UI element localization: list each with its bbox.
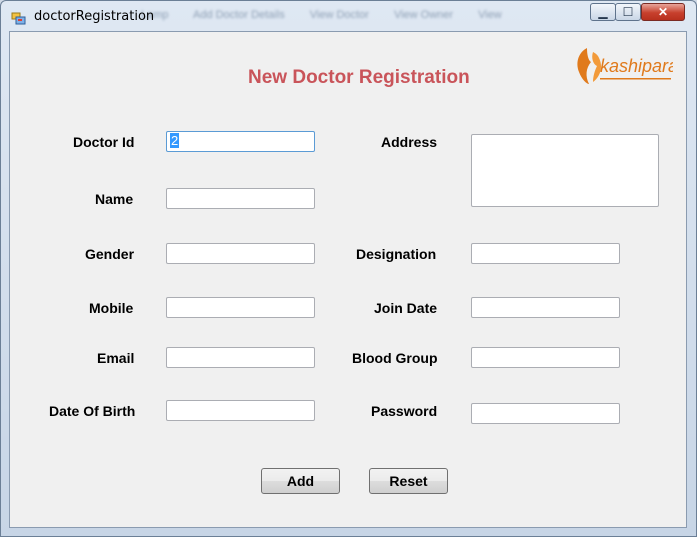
bg-menu-item: Add Doctor Details <box>192 9 285 21</box>
password-label: Password <box>371 403 438 419</box>
name-field[interactable] <box>166 188 315 209</box>
kashipara-logo: kashipara <box>577 48 673 84</box>
blood-group-label: Blood Group <box>352 350 438 366</box>
mobile-label: Mobile <box>89 300 134 316</box>
logo-text: kashipara <box>600 56 673 76</box>
date-of-birth-label: Date Of Birth <box>49 403 136 419</box>
join-date-field[interactable] <box>471 297 620 318</box>
form-icon <box>11 12 26 25</box>
bg-menu-item: View Doctor <box>309 9 369 21</box>
maximize-button[interactable]: ☐ <box>615 3 641 21</box>
email-field[interactable] <box>166 347 315 368</box>
join-date-label: Join Date <box>374 300 438 316</box>
reset-button[interactable]: Reset <box>369 468 448 494</box>
form-title: New Doctor Registration <box>248 67 470 88</box>
doctor-id-value: 2 <box>170 133 180 148</box>
address-label: Address <box>381 134 438 150</box>
minimize-button[interactable]: ▁ <box>590 3 616 21</box>
bg-menu-item: View Owner <box>393 9 454 21</box>
window-title: doctorRegistration <box>34 9 155 24</box>
form-client-area <box>9 31 687 528</box>
gender-label: Gender <box>85 246 135 262</box>
date-of-birth-field[interactable] <box>166 400 315 421</box>
blood-group-field[interactable] <box>471 347 620 368</box>
close-button[interactable]: ✕ <box>641 3 685 21</box>
name-label: Name <box>95 191 134 207</box>
title-bar[interactable]: Lamp Add Doctor Details View Doctor View… <box>1 1 696 33</box>
address-field[interactable] <box>471 134 659 207</box>
bg-menu-item: View <box>478 9 502 21</box>
doctor-id-label: Doctor Id <box>73 134 135 150</box>
mobile-field[interactable] <box>166 297 315 318</box>
gender-field[interactable] <box>166 243 315 264</box>
password-field[interactable] <box>471 403 620 424</box>
designation-field[interactable] <box>471 243 620 264</box>
doctor-id-field[interactable]: 2 <box>166 131 315 152</box>
background-window-menu: Lamp Add Doctor Details View Doctor View… <box>141 9 524 21</box>
add-button[interactable]: Add <box>261 468 340 494</box>
email-label: Email <box>97 350 135 366</box>
designation-label: Designation <box>356 246 437 262</box>
